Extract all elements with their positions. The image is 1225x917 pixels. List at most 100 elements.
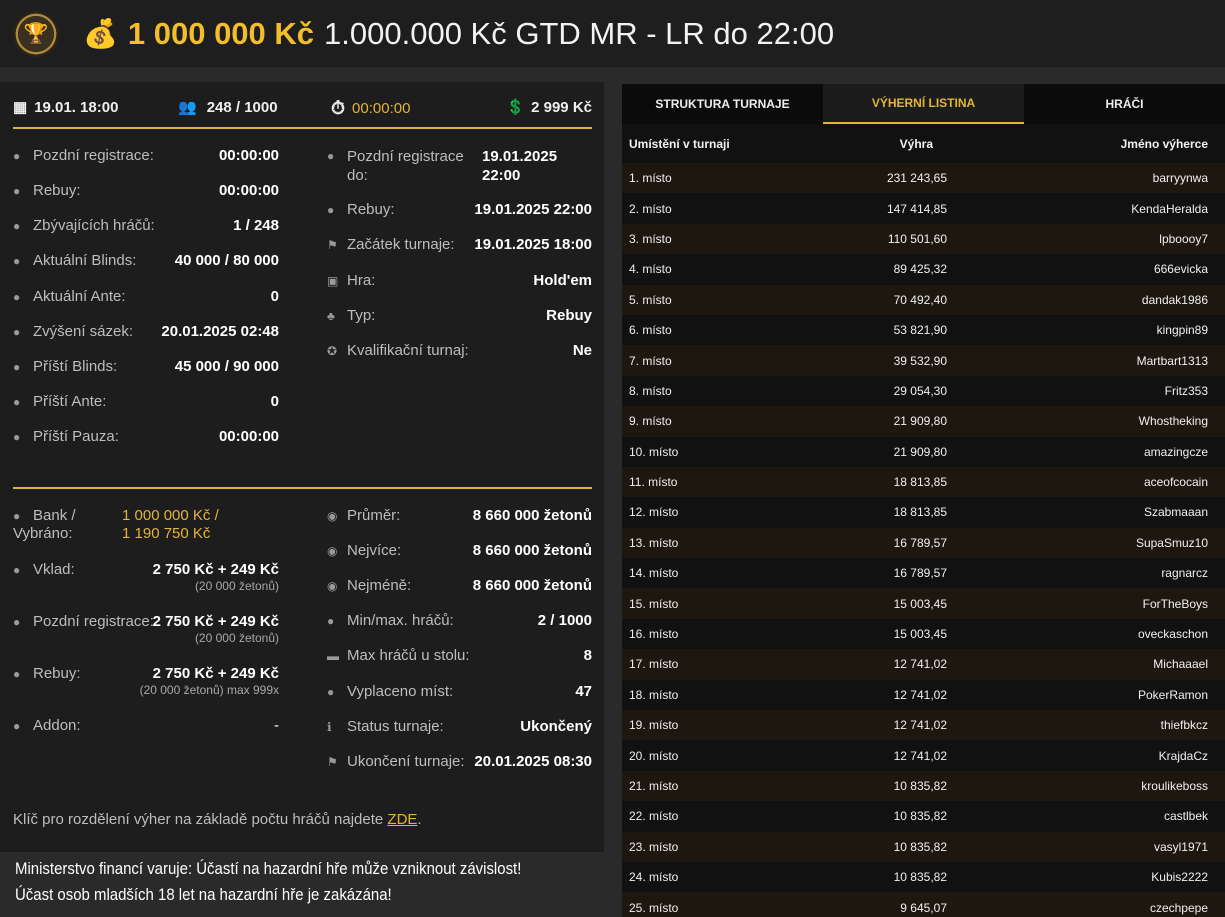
place-cell: 5. místo (629, 292, 672, 307)
table-row: 6. místo 53 821,90 kingpin89 (622, 314, 1225, 346)
prize-cell: 147 414,85 (886, 201, 947, 216)
place-cell: 17. místo (629, 657, 679, 672)
table-row: 13. místo 16 789,57 SupaSmuz10 (622, 527, 1225, 559)
tab-payout-list[interactable]: VÝHERNÍ LISTINA (823, 84, 1024, 124)
winner-cell: oveckaschon (1137, 627, 1208, 642)
info-icon: ℹ (327, 720, 332, 734)
winner-cell: Fritz353 (1164, 383, 1208, 398)
place-cell: 15. místo (629, 596, 679, 611)
winner-cell: ragnarcz (1161, 566, 1208, 581)
tab-players[interactable]: HRÁČI (1024, 84, 1225, 124)
prize-cell: 10 835,82 (893, 839, 947, 854)
results-panel: STRUKTURA TURNAJE VÝHERNÍ LISTINA HRÁČI … (622, 84, 1225, 917)
users-icon: ● (327, 614, 335, 628)
chips-icon: ● (13, 184, 21, 198)
prize-cell: 10 835,82 (893, 779, 947, 793)
prize-cell: 12 741,02 (893, 748, 947, 763)
place-cell: 9. místo (629, 414, 672, 429)
info-next-ante: ● Příští Ante: 0 (13, 393, 279, 410)
info-qualification: ✪ Kvalifikační turnaj: Ne (327, 342, 592, 359)
info-late-registration-until: ● Pozdní registrace do: 19.01.2025 22:00 (327, 148, 558, 184)
winner-cell: barryynwa (1152, 171, 1208, 186)
info-level-up: ● Zvýšení sázek: 20.01.2025 02:48 (13, 323, 279, 340)
stat-most: ◉ Nejvíce: 8 660 000 žetonů (327, 542, 592, 559)
winner-cell: dandak1986 (1141, 292, 1208, 307)
info-remaining-players: ● Zbývajících hráčů: 1 / 248 (13, 217, 279, 234)
medal-icon: ✪ (327, 344, 338, 358)
stat-max-per-table: ▬ Max hráčů u stolu: 8 (327, 647, 592, 664)
table-row: 3. místo 110 501,60 lpboooy7 (622, 223, 1225, 255)
finance-addon: ● Addon: - (13, 717, 279, 734)
divider (13, 127, 592, 129)
info-current-blinds: ● Aktuální Blinds: 40 000 / 80 000 (13, 252, 279, 269)
table-row: 22. místo 10 835,82 castlbek (622, 801, 1225, 832)
info-type: ♣ Typ: Rebuy (327, 307, 592, 324)
prize-cell: 12 741,02 (893, 657, 947, 672)
table-row: 25. místo 9 645,07 czechpepe (622, 892, 1225, 917)
stat-average: ◉ Průměr: 8 660 000 žetonů (327, 507, 592, 524)
place-cell: 7. místo (629, 353, 672, 368)
table-row: 21. místo 10 835,82 kroulikeboss (622, 770, 1225, 802)
place-cell: 14. místo (629, 566, 679, 581)
prize-cell: 110 501,60 (887, 231, 947, 246)
table-row: 9. místo 21 909,80 Whostheking (622, 406, 1225, 437)
prize-cell: 15 003,45 (893, 596, 947, 611)
table-row: 10. místo 21 909,80 amazingcze (622, 436, 1225, 467)
prize-cell: 16 789,57 (893, 535, 947, 550)
info-late-registration: ● Pozdní registrace: 00:00:00 (13, 147, 279, 164)
winner-cell: aceofcocain (1143, 475, 1208, 490)
table-row: 20. místo 12 741,02 KrajdaCz (622, 740, 1225, 771)
winner-cell: Martbart1313 (1136, 353, 1208, 368)
chips-icon: ● (13, 360, 21, 374)
place-cell: 16. místo (629, 627, 679, 642)
divider (13, 487, 592, 489)
table-row: 14. místo 16 789,57 ragnarcz (622, 558, 1225, 589)
stat-paid-places: ● Vyplaceno míst: 47 (327, 683, 592, 700)
table-row: 2. místo 147 414,85 KendaHeralda (622, 193, 1225, 224)
casino-chip-logo-icon: 🏆 (13, 10, 59, 57)
info-next-blinds: ● Příští Blinds: 45 000 / 90 000 (13, 358, 279, 375)
users-icon: 👥 (178, 99, 197, 116)
table-row: 5. místo 70 492,40 dandak1986 (622, 284, 1225, 315)
chips-icon: ● (327, 203, 335, 217)
winner-cell: 666evicka (1153, 262, 1208, 277)
place-cell: 23. místo (629, 839, 679, 854)
payout-table-body: 1. místo 231 243,65 barryynwa 2. místo 147 4… (622, 163, 1225, 917)
prize-cell: 18 813,85 (893, 505, 947, 520)
prize-cell: 15 003,45 (893, 627, 947, 642)
info-tournament-start: ⚑ Začátek turnaje: 19.01.2025 18:00 (327, 236, 592, 253)
info-rebuy-until: ● Rebuy: 19.01.2025 22:00 (327, 201, 592, 218)
winner-cell: amazingcze (1143, 444, 1208, 459)
table-row: 18. místo 12 741,02 PokerRamon (622, 679, 1225, 711)
table-row: 8. místo 29 054,30 Fritz353 (622, 375, 1225, 407)
place-cell: 3. místo (629, 231, 672, 246)
prize-cell: 231 243,65 (886, 171, 947, 186)
place-cell: 8. místo (629, 383, 672, 398)
winner-cell: SupaSmuz10 (1135, 535, 1208, 550)
place-cell: 2. místo (629, 201, 672, 216)
winner-cell: KendaHeralda (1131, 201, 1208, 216)
table-row: 12. místo 18 813,85 Szabmaaan (622, 497, 1225, 528)
chips-icon: ● (13, 254, 21, 268)
prize-cell: 39 532,90 (893, 353, 947, 368)
winner-cell: Michaaael (1153, 657, 1208, 672)
finance-rebuy: ● Rebuy: 2 750 Kč + 249 Kč (20 000 žeton… (13, 665, 279, 697)
place-cell: 13. místo (629, 535, 679, 550)
table-row: 1. místo 231 243,65 barryynwa (622, 163, 1225, 194)
finance-deposit: ● Vklad: 2 750 Kč + 249 Kč (20 000 žeton… (13, 561, 279, 593)
winner-cell: thiefbkcz (1160, 718, 1208, 733)
payout-key-link[interactable]: ZDE (387, 811, 417, 828)
chips-icon: ● (13, 563, 21, 577)
place-cell: 20. místo (629, 748, 679, 763)
player-count-value: 248 / 1000 (206, 98, 278, 116)
tab-structure[interactable]: STRUKTURA TURNAJE (622, 84, 823, 124)
stopwatch-icon: ⏱ (331, 98, 346, 118)
user-plus-icon: ● (327, 149, 335, 163)
start-date: ▦ 19.01. 18:00 (13, 98, 118, 117)
table-row: 16. místo 15 003,45 oveckaschon (622, 618, 1225, 650)
money-bag-icon: ● (13, 509, 21, 523)
table-row: 19. místo 12 741,02 thiefbkcz (622, 710, 1225, 741)
header: 🏆 💰 1 000 000 Kč 1.000.000 Kč GTD MR - L… (0, 0, 1225, 67)
winner-cell: kroulikeboss (1141, 779, 1208, 793)
summary-bar: ▦ 19.01. 18:00 👥 248 / 1000 ⏱ 00:00:00 💲… (13, 82, 592, 128)
